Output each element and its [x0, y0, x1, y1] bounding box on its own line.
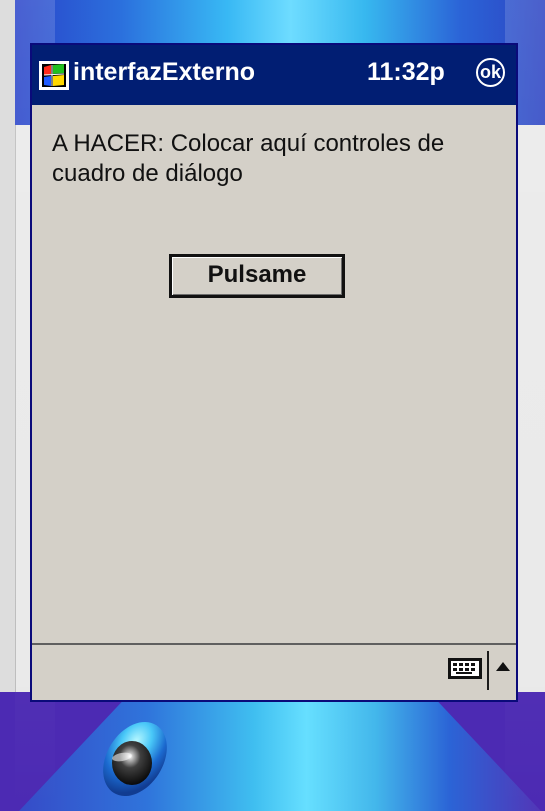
device-screen: interfazExterno 11:32p ok A HACER: Coloc… — [30, 43, 518, 702]
dialog-content: A HACER: Colocar aquí controles de cuadr… — [32, 105, 516, 645]
input-panel-bar — [32, 643, 516, 698]
arrow-up-icon[interactable] — [496, 662, 510, 671]
ok-button[interactable]: ok — [476, 58, 505, 87]
pocket-pc-device: interfazExterno 11:32p ok A HACER: Coloc… — [0, 0, 545, 811]
device-bottom-background — [15, 692, 545, 811]
input-divider — [487, 651, 489, 690]
dialog-instructions: A HACER: Colocar aquí controles de cuadr… — [52, 130, 445, 187]
clock-time: 11:32p — [367, 58, 445, 86]
keyboard-icon[interactable] — [447, 656, 483, 681]
app-title: interfazExterno — [73, 58, 255, 86]
device-orb-icon — [103, 721, 167, 797]
windows-start-icon[interactable] — [39, 61, 69, 90]
left-edge-strip — [0, 0, 16, 811]
pulsame-button[interactable]: Pulsame — [169, 254, 345, 298]
title-bar: interfazExterno 11:32p ok — [32, 45, 516, 105]
